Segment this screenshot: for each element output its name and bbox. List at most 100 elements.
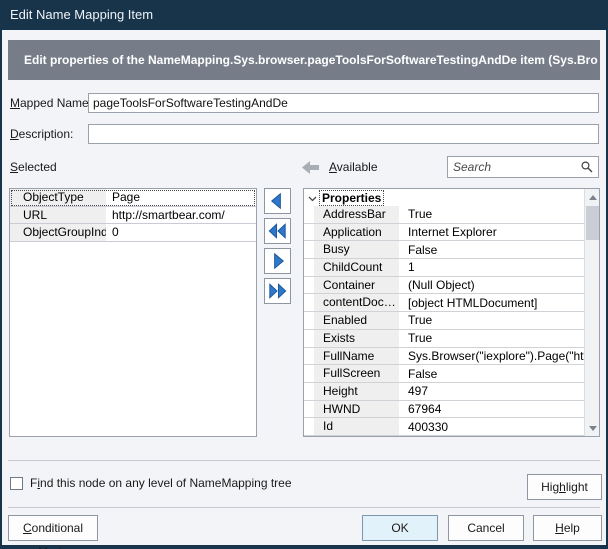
property-value: http://smartbear.com/ (106, 208, 256, 222)
mapped-name-label: Mapped Name: (10, 96, 92, 110)
property-name: ObjectGroupIndex (10, 224, 106, 241)
property-name: FullName (314, 348, 399, 365)
separator-upper (8, 460, 600, 461)
help-button[interactable]: Help (533, 515, 602, 541)
highlight-button[interactable]: Highlight (527, 474, 602, 500)
available-property-row[interactable]: HWND67964 (304, 401, 584, 419)
find-node-row: Find this node on any level of NameMappi… (10, 476, 292, 490)
available-property-row[interactable]: contentDocument[object HTMLDocument] (304, 294, 584, 312)
property-value: Page (106, 190, 256, 204)
move-left-icon (265, 188, 290, 214)
property-value: 1 (399, 260, 584, 274)
property-value: True (399, 331, 584, 345)
find-node-label: Find this node on any level of NameMappi… (30, 476, 292, 490)
available-property-row[interactable]: Height497 (304, 383, 584, 401)
row-gutter (304, 312, 314, 329)
property-value: (Null Object) (399, 278, 584, 292)
description-input[interactable] (88, 124, 599, 144)
properties-group-label: Properties (320, 191, 383, 205)
property-name: URL (10, 207, 106, 224)
selected-property-row[interactable]: ObjectTypePage (10, 189, 256, 207)
property-value: True (399, 313, 584, 327)
available-scrollbar[interactable] (584, 189, 599, 436)
available-property-row[interactable]: AddressBarTrue (304, 206, 584, 224)
move-right-icon (265, 248, 290, 274)
conditional-mode-button[interactable]: Conditional Mode (8, 515, 98, 541)
available-property-row[interactable]: ApplicationInternet Explorer (304, 224, 584, 242)
ok-button[interactable]: OK (362, 515, 438, 541)
available-property-row[interactable]: ExistsTrue (304, 330, 584, 348)
find-node-checkbox[interactable] (10, 477, 23, 490)
collapse-chevron-icon[interactable] (304, 191, 320, 205)
property-value: Sys.Browser("iexplore").Page("http:// (399, 349, 584, 363)
selected-property-row[interactable]: URLhttp://smartbear.com/ (10, 207, 256, 225)
scroll-down-icon[interactable] (585, 420, 600, 436)
property-name: AddressBar (314, 206, 399, 223)
dialog-titlebar[interactable]: Edit Name Mapping Item (0, 0, 608, 30)
property-name: Container (314, 277, 399, 294)
property-value: [object HTMLDocument] (399, 296, 584, 310)
available-properties-grid[interactable]: Properties AddressBarTrueApplicationInte… (303, 188, 600, 437)
available-property-row[interactable]: Id400330 (304, 418, 584, 436)
property-name: HWND (314, 401, 399, 418)
row-gutter (304, 418, 314, 435)
separator-lower (8, 507, 600, 508)
available-property-row[interactable]: ChildCount1 (304, 259, 584, 277)
row-gutter (304, 224, 314, 241)
property-name: Exists (314, 330, 399, 347)
selected-label: Selected (10, 160, 57, 174)
available-property-row[interactable]: FullNameSys.Browser("iexplore").Page("ht… (304, 348, 584, 366)
property-value: 497 (399, 384, 584, 398)
dialog-title: Edit Name Mapping Item (10, 7, 153, 22)
property-name: Enabled (314, 312, 399, 329)
move-right-button[interactable] (264, 248, 291, 274)
description-label: Description: (10, 127, 73, 141)
selected-property-row[interactable]: ObjectGroupIndex0 (10, 224, 256, 242)
available-grid-body: AddressBarTrueApplicationInternet Explor… (304, 206, 584, 436)
mapped-name-input[interactable] (88, 93, 599, 113)
scrollbar-thumb[interactable] (586, 206, 599, 240)
property-value: Internet Explorer (399, 225, 584, 239)
search-input[interactable] (447, 156, 599, 178)
available-label: Available (329, 160, 378, 174)
property-name: contentDocument (314, 294, 399, 311)
scroll-up-icon[interactable] (585, 189, 600, 205)
search-box (447, 156, 599, 178)
move-all-right-button[interactable] (264, 278, 291, 304)
row-gutter (304, 241, 314, 258)
property-value: True (399, 207, 584, 221)
dialog-window: Edit Name Mapping Item Edit properties o… (0, 0, 608, 549)
property-name: Application (314, 224, 399, 241)
property-name: Id (314, 418, 399, 435)
property-name: Height (314, 383, 399, 400)
row-gutter (304, 259, 314, 276)
property-value: False (399, 243, 584, 257)
properties-group-header[interactable]: Properties (304, 189, 599, 206)
row-gutter (304, 277, 314, 294)
dialog-body: Edit properties of the NameMapping.Sys.b… (2, 30, 606, 545)
available-property-row[interactable]: EnabledTrue (304, 312, 584, 330)
row-gutter (304, 206, 314, 223)
move-all-right-icon (265, 278, 290, 304)
header-band: Edit properties of the NameMapping.Sys.b… (8, 40, 600, 80)
property-value: 0 (106, 225, 256, 239)
move-all-left-button[interactable] (264, 218, 291, 244)
property-value: 67964 (399, 402, 584, 416)
available-property-row[interactable]: FullScreenFalse (304, 365, 584, 383)
row-gutter (304, 401, 314, 418)
property-name: ChildCount (314, 259, 399, 276)
available-property-row[interactable]: BusyFalse (304, 241, 584, 259)
row-gutter (304, 365, 314, 382)
assigned-direction-arrow-icon (302, 161, 319, 179)
header-text: Edit properties of the NameMapping.Sys.b… (24, 53, 598, 67)
selected-grid-body: ObjectTypePageURLhttp://smartbear.com/Ob… (10, 189, 256, 242)
property-name: FullScreen (314, 365, 399, 382)
move-left-button[interactable] (264, 188, 291, 214)
property-value: False (399, 367, 584, 381)
row-gutter (304, 348, 314, 365)
selected-properties-grid[interactable]: ObjectTypePageURLhttp://smartbear.com/Ob… (9, 188, 257, 437)
row-gutter (304, 330, 314, 347)
property-value: 400330 (399, 420, 584, 434)
available-property-row[interactable]: Container(Null Object) (304, 277, 584, 295)
cancel-button[interactable]: Cancel (448, 515, 524, 541)
